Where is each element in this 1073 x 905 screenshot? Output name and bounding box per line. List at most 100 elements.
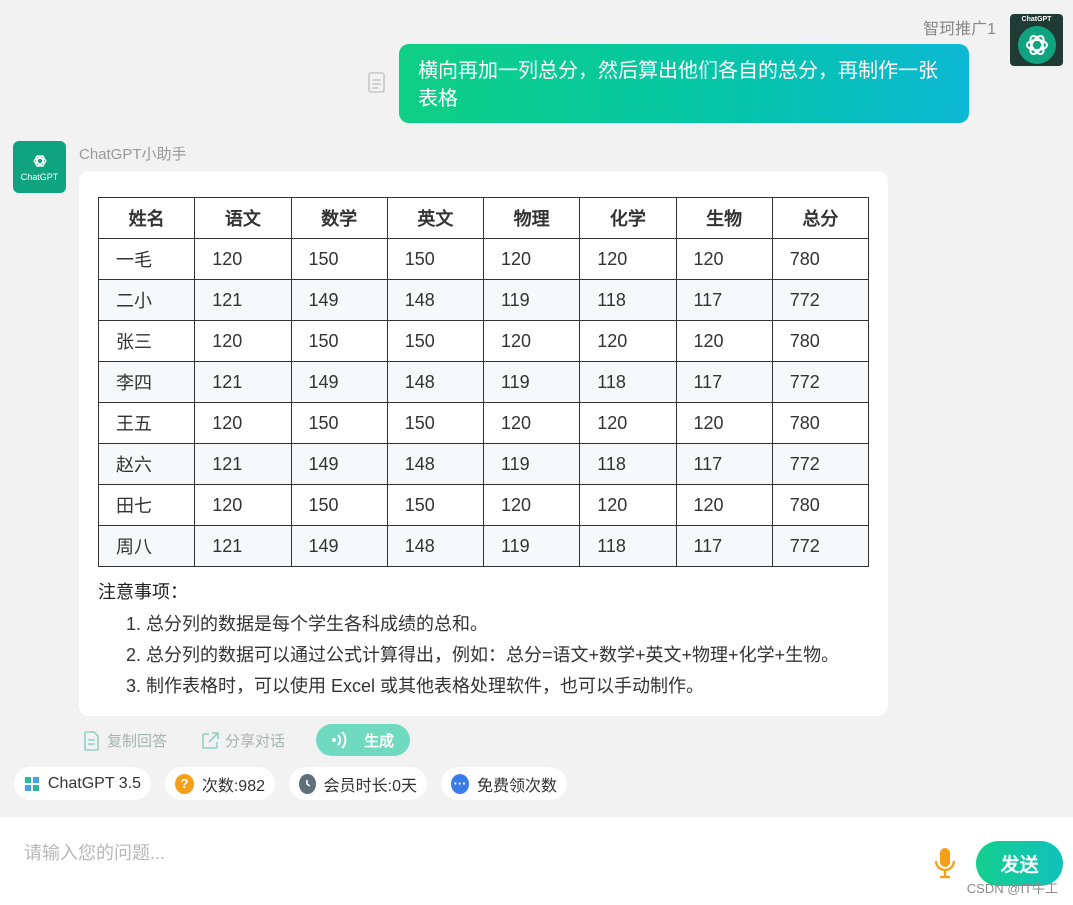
reply-actions: 复制回答 分享对话 生成: [83, 724, 483, 756]
table-header-cell: 姓名: [97, 197, 196, 239]
table-cell: 772: [771, 525, 870, 567]
list-item: 3. 制作表格时，可以使用 Excel 或其他表格处理软件，也可以手动制作。: [126, 676, 705, 696]
table-cell: 120: [579, 238, 677, 280]
table-body: 一毛 120 150 150 120 120 120 780 二小 121 149 148 119 118…: [97, 238, 870, 567]
table-cell: 149: [290, 361, 388, 403]
bot-avatar: ChatGPT: [13, 141, 66, 193]
copy-answer-button[interactable]: 复制回答: [83, 730, 167, 751]
model-label: ChatGPT 3.5: [47, 774, 141, 792]
table-cell: 118: [579, 361, 677, 403]
table-header-cell: 总分: [771, 197, 870, 239]
table-cell: 120: [482, 484, 581, 526]
user-name: 智珂推广1: [923, 21, 996, 38]
bot-name: ChatGPT小助手: [79, 146, 187, 163]
table-cell: 周八: [97, 525, 196, 567]
list-item: 1. 总分列的数据是每个学生各科成绩的总和。: [126, 614, 489, 634]
table-cell: 150: [386, 484, 485, 526]
table-header-cell: 英文: [386, 197, 485, 239]
membership-pill[interactable]: 会员时长:0天: [289, 767, 427, 800]
table-cell: 一毛: [97, 238, 196, 280]
table-cell: 149: [290, 443, 388, 485]
table-cell: 120: [194, 402, 292, 444]
table-cell: 117: [675, 443, 773, 485]
generate-button[interactable]: 生成: [316, 724, 410, 756]
table-cell: 120: [194, 320, 292, 362]
free-credits-label: 免费领次数: [476, 777, 557, 795]
table-cell: 780: [771, 238, 870, 280]
table-cell: 121: [194, 361, 292, 403]
user-avatar-label: ChatGPT: [1021, 16, 1052, 23]
openai-logo-icon: [33, 154, 46, 167]
table-cell: 李四: [97, 361, 196, 403]
table-row: 李四 121 149 148 119 118 117 772: [97, 361, 870, 403]
table-cell: 119: [482, 525, 581, 567]
user-message-bubble: 横向再加一列总分，然后算出他们各自的总分，再制作一张表格: [399, 44, 969, 123]
table-cell: 120: [579, 402, 677, 444]
table-cell: 150: [386, 402, 485, 444]
list-item: 2. 总分列的数据可以通过公式计算得出，例如：总分=语文+数学+英文+物理+化学…: [126, 645, 840, 665]
table-cell: 148: [386, 361, 485, 403]
table-cell: 120: [482, 238, 581, 280]
document-icon: [84, 730, 99, 751]
table-cell: 119: [482, 361, 581, 403]
membership-label: 会员时长:0天: [323, 777, 417, 795]
usage-count-label: 次数:982: [201, 777, 265, 795]
generate-label: 生成: [364, 732, 395, 750]
share-conversation-button[interactable]: 分享对话: [201, 730, 285, 751]
copy-answer-label: 复制回答: [107, 733, 168, 750]
broadcast-icon: [332, 731, 347, 749]
table-cell: 148: [386, 525, 485, 567]
table-row: 王五 120 150 150 120 120 120 780: [97, 402, 870, 444]
table-cell: 780: [771, 320, 870, 362]
table-cell: 118: [579, 525, 677, 567]
table-cell: 117: [675, 525, 773, 567]
input-bar: 请输入您的问题... 发送: [0, 817, 1073, 905]
table-cell: 王五: [97, 402, 196, 444]
question-icon: ?: [175, 773, 194, 794]
table-cell: 119: [482, 279, 581, 321]
table-cell: 120: [579, 484, 677, 526]
table-cell: 120: [482, 402, 581, 444]
table-cell: 150: [290, 320, 388, 362]
share-conversation-label: 分享对话: [225, 733, 286, 750]
table-header-cell: 生物: [675, 197, 773, 239]
table-row: 田七 120 150 150 120 120 120 780: [97, 484, 870, 526]
table-cell: 148: [386, 443, 485, 485]
notes-title: 注意事项：: [98, 582, 188, 602]
table-row: 张三 120 150 150 120 120 120 780: [97, 320, 870, 362]
table-cell: 121: [194, 443, 292, 485]
bot-message-card: 姓名 语文 数学 英文 物理 化学 生物 总分 一毛 120 150 150 120 12…: [79, 171, 888, 716]
table-cell: 120: [482, 320, 581, 362]
table-cell: 772: [771, 361, 870, 403]
free-credits-pill[interactable]: ··· 免费领次数: [441, 767, 567, 800]
table-cell: 赵六: [97, 443, 196, 485]
notes-list: 1. 总分列的数据是每个学生各科成绩的总和。 2. 总分列的数据可以通过公式计算…: [126, 609, 839, 702]
table-cell: 118: [579, 279, 677, 321]
table-cell: 120: [675, 402, 773, 444]
table-cell: 120: [675, 238, 773, 280]
question-input[interactable]: 请输入您的问题...: [24, 839, 165, 865]
usage-count-pill[interactable]: ? 次数:982: [165, 767, 275, 800]
table-header-cell: 化学: [579, 197, 677, 239]
table-cell: 117: [675, 279, 773, 321]
table-cell: 117: [675, 361, 773, 403]
more-icon: ···: [451, 773, 469, 794]
copy-message-icon[interactable]: [367, 72, 387, 94]
watermark: CSDN @IT牛工: [966, 881, 1058, 896]
table-header-cell: 物理: [482, 197, 581, 239]
table-cell: 张三: [97, 320, 196, 362]
table-cell: 780: [771, 484, 870, 526]
table-cell: 780: [771, 402, 870, 444]
microphone-icon[interactable]: [933, 847, 957, 884]
model-selector[interactable]: ChatGPT 3.5: [14, 767, 151, 800]
table-cell: 150: [290, 238, 388, 280]
table-cell: 149: [290, 525, 388, 567]
table-cell: 150: [290, 484, 388, 526]
clock-icon: [299, 773, 316, 794]
table-cell: 118: [579, 443, 677, 485]
table-row: 赵六 121 149 148 119 118 117 772: [97, 443, 870, 485]
table-header-cell: 语文: [194, 197, 292, 239]
table-row: 二小 121 149 148 119 118 117 772: [97, 279, 870, 321]
table-cell: 120: [194, 484, 292, 526]
table-cell: 120: [194, 238, 292, 280]
